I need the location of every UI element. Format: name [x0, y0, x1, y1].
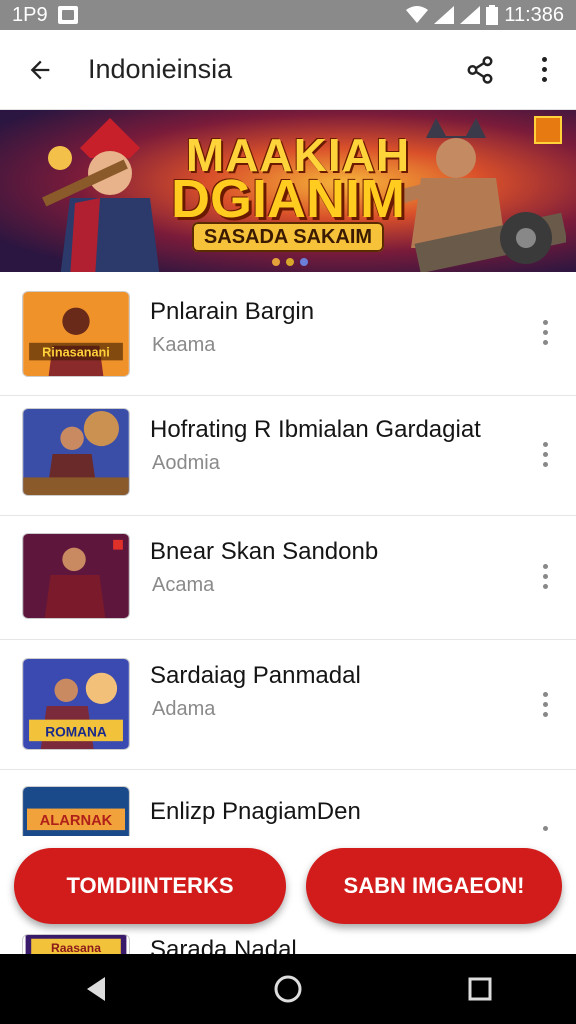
list-item-title: Hofrating R Ibmialan Gardagiat — [150, 416, 481, 443]
list-item-subtitle: Kaama — [152, 334, 216, 356]
more-vert-icon — [541, 57, 547, 82]
list-item-title: Pnlarain Bargin — [150, 298, 315, 325]
thumbnail-caption: ALARNAK — [40, 813, 113, 829]
triangle-back-icon — [87, 977, 105, 1001]
more-vert-icon — [542, 319, 548, 345]
right-action-button[interactable]: SABN IMGAEON! — [306, 848, 562, 924]
list-item-subtitle: Acama — [152, 574, 215, 596]
list-item[interactable]: Rinasanani Pnlarain Bargin Kaama — [0, 272, 576, 396]
thumbnail-caption: Rinasanani — [42, 345, 110, 359]
list-item-title: Enlizp PnagiamDen — [150, 798, 361, 825]
more-options-button[interactable] — [512, 30, 576, 110]
list-item-title: Sarada Nadal — [150, 936, 297, 954]
banner-subtitle-text: SASADA SAKAIM — [191, 222, 385, 252]
system-nav-bar — [0, 954, 576, 1024]
list-item-subtitle: Adama — [152, 698, 216, 720]
banner-badge-icon — [534, 116, 562, 144]
thumbnail-caption: Raasana — [51, 941, 101, 954]
nav-home-button[interactable] — [248, 954, 328, 1024]
carousel-dot[interactable] — [300, 258, 308, 266]
battery-icon — [486, 5, 499, 25]
back-button[interactable] — [0, 30, 80, 110]
nav-back-button[interactable] — [56, 954, 136, 1024]
game-thumbnail: ROMANA — [22, 658, 130, 750]
list-item-subtitle: Aodmia — [152, 452, 220, 474]
list-item[interactable]: Hofrating R Ibmialan Gardagiat Aodmia — [0, 396, 576, 516]
status-bar: 1P9 11:386 — [0, 0, 576, 30]
page-title: Indonieinsia — [88, 54, 233, 84]
item-more-button[interactable] — [526, 434, 564, 474]
status-time: 11:386 — [504, 3, 564, 26]
arrow-back-icon — [30, 60, 50, 79]
carousel-dot[interactable] — [272, 258, 280, 266]
game-thumbnail — [22, 408, 130, 496]
status-left-text: 1P9 — [12, 3, 48, 26]
game-thumbnail: Rinasanani — [22, 291, 130, 377]
list-item-title: Sardaiag Panmadal — [150, 662, 361, 689]
notification-app-icon — [57, 6, 78, 24]
more-vert-icon — [542, 441, 548, 467]
left-action-button[interactable]: TOMDIINTERKS — [14, 848, 286, 924]
list-item[interactable]: Raasana Sarada Nadal — [0, 930, 576, 954]
more-vert-icon — [542, 691, 548, 717]
thumbnail-caption: ROMANA — [45, 724, 107, 739]
list-item[interactable]: ROMANA Sardaiag Panmadal Adama — [0, 640, 576, 770]
list-item[interactable]: Bnear Skan Sandonb Acama — [0, 516, 576, 640]
item-more-button[interactable] — [526, 808, 564, 848]
more-vert-icon — [542, 563, 548, 589]
share-icon — [467, 55, 493, 84]
item-more-button[interactable] — [526, 684, 564, 724]
game-thumbnail: Raasana — [22, 934, 130, 954]
item-more-button[interactable] — [526, 312, 564, 352]
more-vert-icon — [542, 825, 548, 831]
carousel-indicator — [270, 258, 310, 266]
circle-home-icon — [274, 975, 302, 1003]
game-thumbnail — [22, 533, 130, 619]
nav-recents-button[interactable] — [440, 954, 520, 1024]
game-thumbnail: ALARNAK — [22, 786, 130, 836]
share-button[interactable] — [448, 30, 512, 110]
signal-icon-2 — [460, 6, 481, 24]
promo-banner[interactable]: MAAKIAH DGIANIM SASADA SAKAIM — [0, 110, 576, 272]
square-recents-icon — [468, 977, 492, 1001]
banner-subtitle: SASADA SAKAIM — [0, 222, 576, 252]
app-bar: Indonieinsia — [0, 30, 576, 110]
carousel-dot[interactable] — [286, 258, 294, 266]
list-item-title: Bnear Skan Sandonb — [150, 538, 379, 565]
wifi-icon — [406, 6, 429, 23]
banner-title-line2: DGIANIM — [171, 169, 405, 229]
signal-icon — [434, 6, 455, 24]
item-more-button[interactable] — [526, 556, 564, 596]
